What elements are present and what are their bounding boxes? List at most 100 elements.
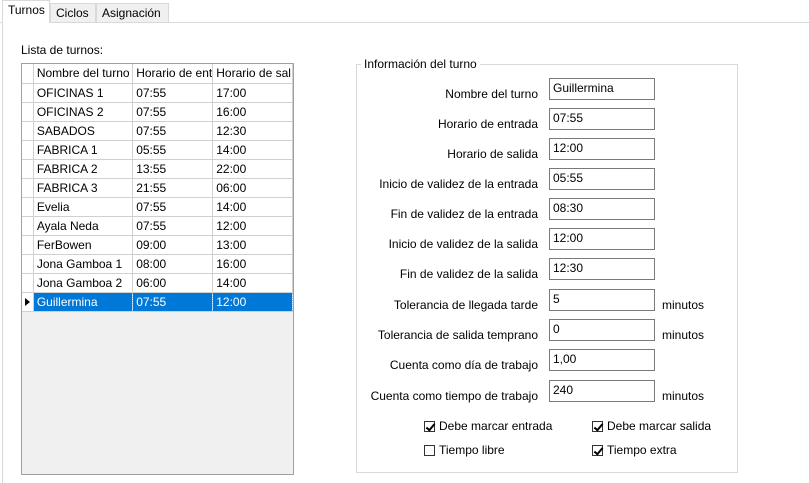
- cell-name[interactable]: Jona Gamboa 2: [33, 273, 134, 293]
- column-header-entry[interactable]: Horario de ent: [132, 64, 214, 84]
- cell-name[interactable]: FABRICA 2: [33, 159, 134, 179]
- field-input[interactable]: 5: [549, 289, 655, 311]
- cell-entry[interactable]: 21:55: [132, 178, 214, 198]
- cell-exit[interactable]: 13:00: [212, 235, 293, 255]
- checkbox-debe-marcar-salida[interactable]: Debe marcar salida: [592, 419, 711, 433]
- row-header[interactable]: [22, 197, 34, 217]
- shift-grid[interactable]: Nombre del turno Horario de ent Horario …: [21, 63, 294, 475]
- row-header[interactable]: [22, 178, 34, 198]
- table-row[interactable]: Jona Gamboa 1 08:00 16:00: [22, 254, 293, 274]
- row-header[interactable]: [22, 140, 34, 160]
- cell-name[interactable]: OFICINAS 1: [33, 83, 134, 103]
- table-row[interactable]: SABADOS 07:55 12:30: [22, 121, 293, 141]
- tab-ciclos[interactable]: Ciclos: [50, 3, 96, 22]
- cell-exit[interactable]: 22:00: [212, 159, 293, 179]
- field-label: Fin de validez de la salida: [399, 267, 538, 281]
- table-row[interactable]: FABRICA 2 13:55 22:00: [22, 159, 293, 179]
- tab-asignacion[interactable]: Asignación: [96, 3, 169, 22]
- cell-name[interactable]: Evelia: [33, 197, 134, 217]
- cell-exit[interactable]: 12:00: [212, 216, 293, 236]
- cell-entry[interactable]: 07:55: [132, 102, 214, 122]
- cell-entry[interactable]: 06:00: [132, 273, 214, 293]
- table-row[interactable]: FerBowen 09:00 13:00: [22, 235, 293, 255]
- field-label: Inicio de validez de la entrada: [379, 177, 538, 191]
- cell-entry[interactable]: 07:55: [132, 216, 214, 236]
- table-row[interactable]: FABRICA 3 21:55 06:00: [22, 178, 293, 198]
- cell-exit[interactable]: 16:00: [212, 102, 293, 122]
- field-input[interactable]: 07:55: [549, 108, 655, 130]
- checkbox-label: Tiempo libre: [439, 443, 505, 457]
- field-input[interactable]: 12:00: [549, 138, 655, 160]
- row-header[interactable]: [22, 83, 34, 103]
- field-label: Tolerancia de llegada tarde: [393, 298, 538, 312]
- cell-name[interactable]: SABADOS: [33, 121, 134, 141]
- shift-table: Nombre del turno Horario de ent Horario …: [22, 64, 293, 312]
- cell-exit[interactable]: 16:00: [212, 254, 293, 274]
- checkbox-box[interactable]: [424, 444, 435, 456]
- cell-name[interactable]: Ayala Neda: [33, 216, 134, 236]
- field-input[interactable]: 12:00: [549, 228, 655, 250]
- cell-name[interactable]: FerBowen: [33, 235, 134, 255]
- column-header-name[interactable]: Nombre del turno: [33, 64, 134, 84]
- cell-entry[interactable]: 07:55: [132, 292, 214, 312]
- table-row[interactable]: Evelia 07:55 14:00: [22, 197, 293, 217]
- field-input[interactable]: 1,00: [549, 349, 655, 371]
- table-row[interactable]: Ayala Neda 07:55 12:00: [22, 216, 293, 236]
- cell-exit[interactable]: 06:00: [212, 178, 293, 198]
- field-label: Fin de validez de la entrada: [390, 207, 538, 221]
- field-input[interactable]: 08:30: [549, 198, 655, 220]
- field-input[interactable]: 0: [549, 319, 655, 341]
- field-input[interactable]: 240: [549, 380, 655, 402]
- cell-exit[interactable]: 12:30: [212, 121, 293, 141]
- row-header[interactable]: [22, 159, 34, 179]
- table-row[interactable]: FABRICA 1 05:55 14:00: [22, 140, 293, 160]
- cell-entry[interactable]: 05:55: [132, 140, 214, 160]
- row-header[interactable]: [22, 102, 34, 122]
- shift-list-label: Lista de turnos:: [21, 43, 104, 57]
- checkbox-box[interactable]: [424, 420, 435, 432]
- panel-left-border: [2, 22, 3, 483]
- checkbox-debe-marcar-entrada[interactable]: Debe marcar entrada: [424, 419, 552, 433]
- table-row[interactable]: OFICINAS 2 07:55 16:00: [22, 102, 293, 122]
- cell-name[interactable]: FABRICA 3: [33, 178, 134, 198]
- cell-exit[interactable]: 14:00: [212, 197, 293, 217]
- row-header[interactable]: [22, 235, 34, 255]
- field-input[interactable]: 12:30: [549, 258, 655, 280]
- current-row-arrow-icon: [25, 297, 30, 306]
- cell-name[interactable]: OFICINAS 2: [33, 102, 134, 122]
- table-row[interactable]: Jona Gamboa 2 06:00 14:00: [22, 273, 293, 293]
- row-header[interactable]: [22, 292, 34, 312]
- cell-name[interactable]: Guillermina: [33, 292, 134, 312]
- tab-bar: Turnos Ciclos Asignación: [0, 0, 809, 23]
- row-header[interactable]: [22, 216, 34, 236]
- cell-entry[interactable]: 13:55: [132, 159, 214, 179]
- tab-turnos[interactable]: Turnos: [2, 0, 50, 23]
- cell-entry[interactable]: 07:55: [132, 197, 214, 217]
- cell-entry[interactable]: 07:55: [132, 121, 214, 141]
- checkbox-tiempo-extra[interactable]: Tiempo extra: [592, 443, 677, 457]
- cell-name[interactable]: FABRICA 1: [33, 140, 134, 160]
- cell-entry[interactable]: 07:55: [132, 83, 214, 103]
- cell-exit[interactable]: 12:00: [212, 292, 293, 312]
- field-unit: minutos: [662, 328, 705, 342]
- table-row[interactable]: OFICINAS 1 07:55 17:00: [22, 83, 293, 103]
- field-label: Tolerancia de salida temprano: [377, 328, 538, 342]
- cell-exit[interactable]: 17:00: [212, 83, 293, 103]
- checkbox-tiempo-libre[interactable]: Tiempo libre: [424, 443, 505, 457]
- table-row[interactable]: Guillermina 07:55 12:00: [22, 292, 293, 312]
- row-header[interactable]: [22, 254, 34, 274]
- field-unit: minutos: [662, 298, 705, 312]
- field-input[interactable]: 05:55: [549, 168, 655, 190]
- cell-name[interactable]: Jona Gamboa 1: [33, 254, 134, 274]
- checkbox-box[interactable]: [592, 444, 603, 456]
- checkbox-box[interactable]: [592, 420, 603, 432]
- cell-entry[interactable]: 09:00: [132, 235, 214, 255]
- column-header-exit[interactable]: Horario de sal: [212, 64, 293, 84]
- cell-exit[interactable]: 14:00: [212, 273, 293, 293]
- row-header[interactable]: [22, 121, 34, 141]
- cell-exit[interactable]: 14:00: [212, 140, 293, 160]
- cell-entry[interactable]: 08:00: [132, 254, 214, 274]
- row-header[interactable]: [22, 273, 34, 293]
- field-input[interactable]: Guillermina: [549, 78, 655, 100]
- field-label: Horario de entrada: [437, 117, 538, 131]
